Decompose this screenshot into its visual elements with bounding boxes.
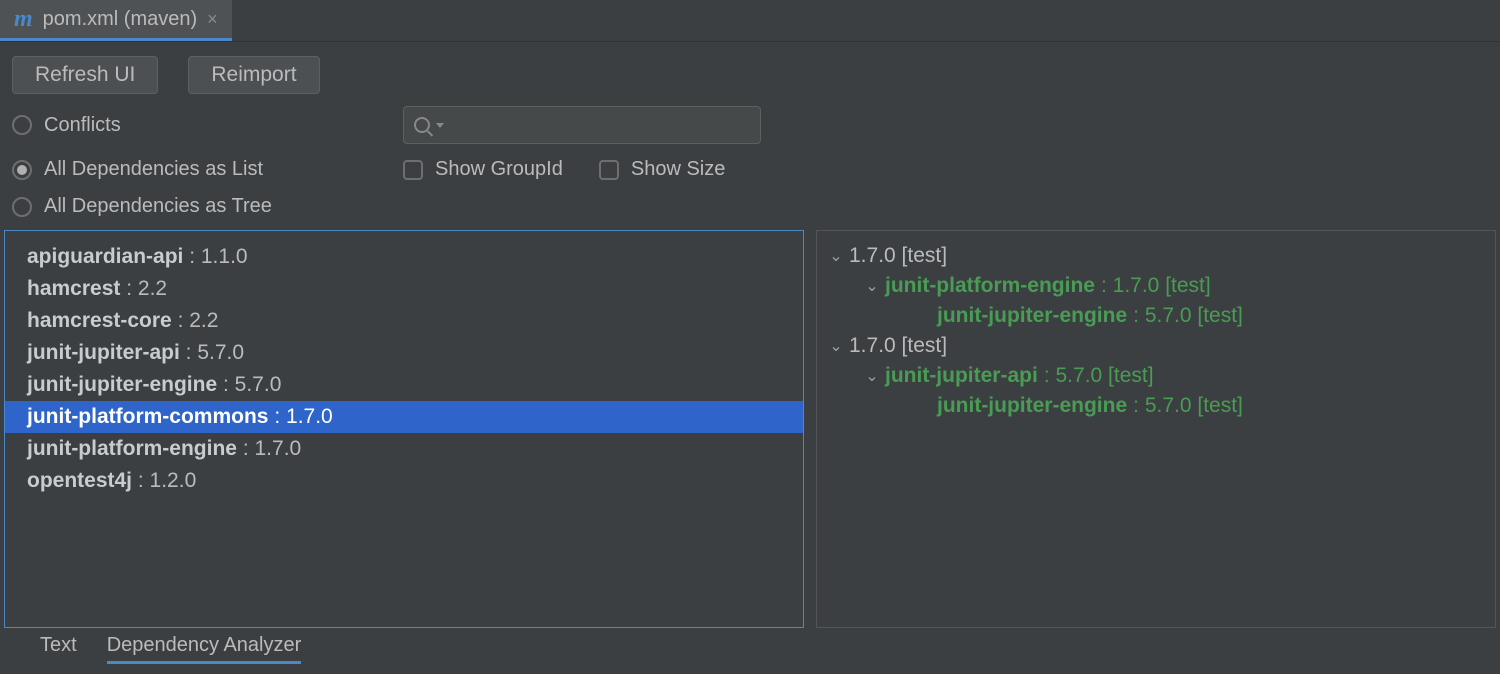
file-tab-title: pom.xml (maven) [43,8,197,31]
dependency-name: junit-platform-engine [27,437,237,460]
list-item[interactable]: junit-platform-engine : 1.7.0 [5,433,803,465]
bottom-tab-bar: Text Dependency Analyzer [0,628,1500,674]
separator: : [237,437,255,460]
search-input[interactable] [403,106,761,144]
editor-tab-bar: m pom.xml (maven) × [0,0,1500,42]
tree-node-name: junit-jupiter-engine [937,304,1127,328]
list-item[interactable]: apiguardian-api : 1.1.0 [5,241,803,273]
checkbox-show-groupid-label: Show GroupId [435,158,563,181]
checkbox-show-groupid[interactable] [403,160,423,180]
radio-conflicts[interactable] [12,115,32,135]
dependency-name: apiguardian-api [27,245,183,268]
dependency-list-panel[interactable]: apiguardian-api : 1.1.0hamcrest : 2.2ham… [4,230,804,628]
close-icon[interactable]: × [207,9,218,30]
dependency-version: 1.2.0 [150,469,197,492]
dependency-name: junit-platform-commons [27,405,269,428]
dependency-name: hamcrest-core [27,309,172,332]
dependency-version: 1.1.0 [201,245,248,268]
toolbar: Refresh UI Reimport [0,42,1500,100]
search-icon [414,117,430,133]
radio-conflicts-label: Conflicts [44,114,121,137]
radio-all-tree-label: All Dependencies as Tree [44,195,272,218]
dependency-name: junit-jupiter-engine [27,373,217,396]
list-item[interactable]: junit-jupiter-api : 5.7.0 [5,337,803,369]
chevron-down-icon[interactable]: ⌄ [829,246,843,266]
dependency-version: 2.2 [189,309,218,332]
tree-node-label: 1.7.0 [test] [849,334,947,358]
radio-all-list-label: All Dependencies as List [44,158,263,181]
radio-all-list[interactable] [12,160,32,180]
tree-node-name: junit-jupiter-api [885,364,1038,388]
tree-node-name: junit-jupiter-engine [937,394,1127,418]
panels-container: apiguardian-api : 1.1.0hamcrest : 2.2ham… [0,230,1500,628]
chevron-down-icon[interactable]: ⌄ [829,336,843,356]
tree-node-meta: : 5.7.0 [test] [1133,304,1243,328]
dependency-version: 1.7.0 [255,437,302,460]
maven-icon: m [14,6,33,33]
checkbox-show-size[interactable] [599,160,619,180]
tree-node[interactable]: ⌄ 1.7.0 [test] [817,241,1495,271]
separator: : [172,309,190,332]
tree-node[interactable]: junit-jupiter-engine : 5.7.0 [test] [817,301,1495,331]
checkbox-show-size-label: Show Size [631,158,726,181]
separator: : [183,245,201,268]
list-item[interactable]: junit-platform-commons : 1.7.0 [5,401,803,433]
tree-node-name: junit-platform-engine [885,274,1095,298]
tree-node-meta: : 1.7.0 [test] [1101,274,1211,298]
file-tab-pom[interactable]: m pom.xml (maven) × [0,0,232,41]
dependency-version: 5.7.0 [197,341,244,364]
tree-node-meta: : 5.7.0 [test] [1133,394,1243,418]
chevron-down-icon[interactable] [436,123,444,128]
dependency-tree-panel[interactable]: ⌄ 1.7.0 [test] ⌄ junit-platform-engine : 1.… [816,230,1496,628]
dependency-version: 5.7.0 [235,373,282,396]
refresh-ui-button[interactable]: Refresh UI [12,56,158,94]
chevron-down-icon[interactable]: ⌄ [865,276,879,296]
separator: : [217,373,235,396]
filters-area: Conflicts All Dependencies as List Show … [0,100,1500,230]
tab-text[interactable]: Text [40,634,77,664]
separator: : [120,277,138,300]
reimport-button[interactable]: Reimport [188,56,319,94]
separator: : [269,405,287,428]
chevron-down-icon[interactable]: ⌄ [865,366,879,386]
tree-node-label: 1.7.0 [test] [849,244,947,268]
list-item[interactable]: junit-jupiter-engine : 5.7.0 [5,369,803,401]
list-item[interactable]: opentest4j : 1.2.0 [5,465,803,497]
radio-all-tree[interactable] [12,197,32,217]
tree-node[interactable]: ⌄ 1.7.0 [test] [817,331,1495,361]
dependency-name: junit-jupiter-api [27,341,180,364]
separator: : [132,469,150,492]
list-item[interactable]: hamcrest : 2.2 [5,273,803,305]
list-item[interactable]: hamcrest-core : 2.2 [5,305,803,337]
separator: : [180,341,198,364]
dependency-version: 1.7.0 [286,405,333,428]
tree-node[interactable]: ⌄ junit-jupiter-api : 5.7.0 [test] [817,361,1495,391]
dependency-version: 2.2 [138,277,167,300]
tree-node[interactable]: junit-jupiter-engine : 5.7.0 [test] [817,391,1495,421]
tree-node-meta: : 5.7.0 [test] [1044,364,1154,388]
dependency-name: opentest4j [27,469,132,492]
tab-dependency-analyzer[interactable]: Dependency Analyzer [107,634,302,664]
tree-node[interactable]: ⌄ junit-platform-engine : 1.7.0 [test] [817,271,1495,301]
dependency-name: hamcrest [27,277,120,300]
